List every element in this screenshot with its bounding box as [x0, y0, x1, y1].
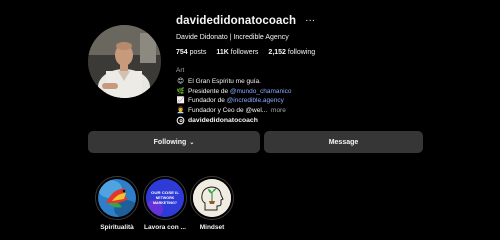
svg-text:MARKETING?: MARKETING?: [153, 201, 177, 205]
highlight-cover-text: OUR COSE IL: [151, 191, 180, 195]
highlight-label: Mindset: [199, 224, 225, 231]
story-highlight[interactable]: Mindset: [190, 176, 234, 231]
followers-stat[interactable]: 11K followers: [216, 49, 258, 56]
businessman-emoji-icon: 👨‍💼: [176, 105, 185, 114]
story-highlight[interactable]: Spiritualità: [95, 176, 139, 231]
avatar-photo: [88, 25, 161, 98]
bio-line: 📈 Fundador de @incredible.agency: [176, 96, 284, 106]
highlight-cover-network: OUR COSE IL NETWORK MARKETING?: [146, 179, 184, 217]
posts-stat: 754 posts: [176, 49, 207, 56]
bio-line: 😊 El Gran Espíritu me guía.: [177, 77, 261, 85]
profile-stats: 754 posts 11K followers 2,152 following: [176, 49, 476, 56]
highlight-cover-parrot: [98, 179, 136, 217]
head-plant-icon: [193, 179, 231, 217]
chart-emoji-icon: 📈: [176, 96, 185, 105]
bio-more-link[interactable]: more: [271, 106, 286, 116]
story-highlight[interactable]: OUR COSE IL NETWORK MARKETING? Lavora co…: [143, 176, 187, 231]
bio-line: 🌿 Presidente de @mundo_chamanico: [176, 86, 292, 97]
profile-category: Art: [176, 67, 185, 74]
herb-emoji-icon: 🌿: [176, 86, 185, 95]
following-button[interactable]: Following ⌄: [88, 131, 260, 153]
profile-avatar[interactable]: [88, 25, 161, 98]
smile-emoji-icon: 😊: [177, 77, 184, 85]
threads-icon: [176, 117, 185, 125]
threads-link[interactable]: davidedidonatocoach: [176, 116, 476, 125]
message-button[interactable]: Message: [264, 131, 423, 153]
profile-info: davidedidonatocoach ··· Davide Didonato …: [176, 14, 476, 125]
following-stat[interactable]: 2,152 following: [268, 49, 315, 56]
profile-full-name: Davide Didonato | Incredible Agency: [176, 34, 289, 41]
profile-username: davidedidonatocoach: [176, 15, 297, 27]
svg-text:NETWORK: NETWORK: [156, 196, 175, 200]
mention-link[interactable]: @incredible.agency: [227, 96, 284, 106]
ellipsis-icon[interactable]: ···: [305, 16, 315, 26]
chevron-down-icon: ⌄: [189, 139, 195, 146]
highlight-cover-mindset: [193, 179, 231, 217]
mention-link[interactable]: @mundo_chamanico: [230, 87, 292, 97]
profile-bio: 😊 El Gran Espíritu me guía. 🌿 Presidente…: [176, 77, 476, 115]
bio-line: 👨‍💼 Fundador y Ceo de @wel... more: [176, 105, 286, 116]
